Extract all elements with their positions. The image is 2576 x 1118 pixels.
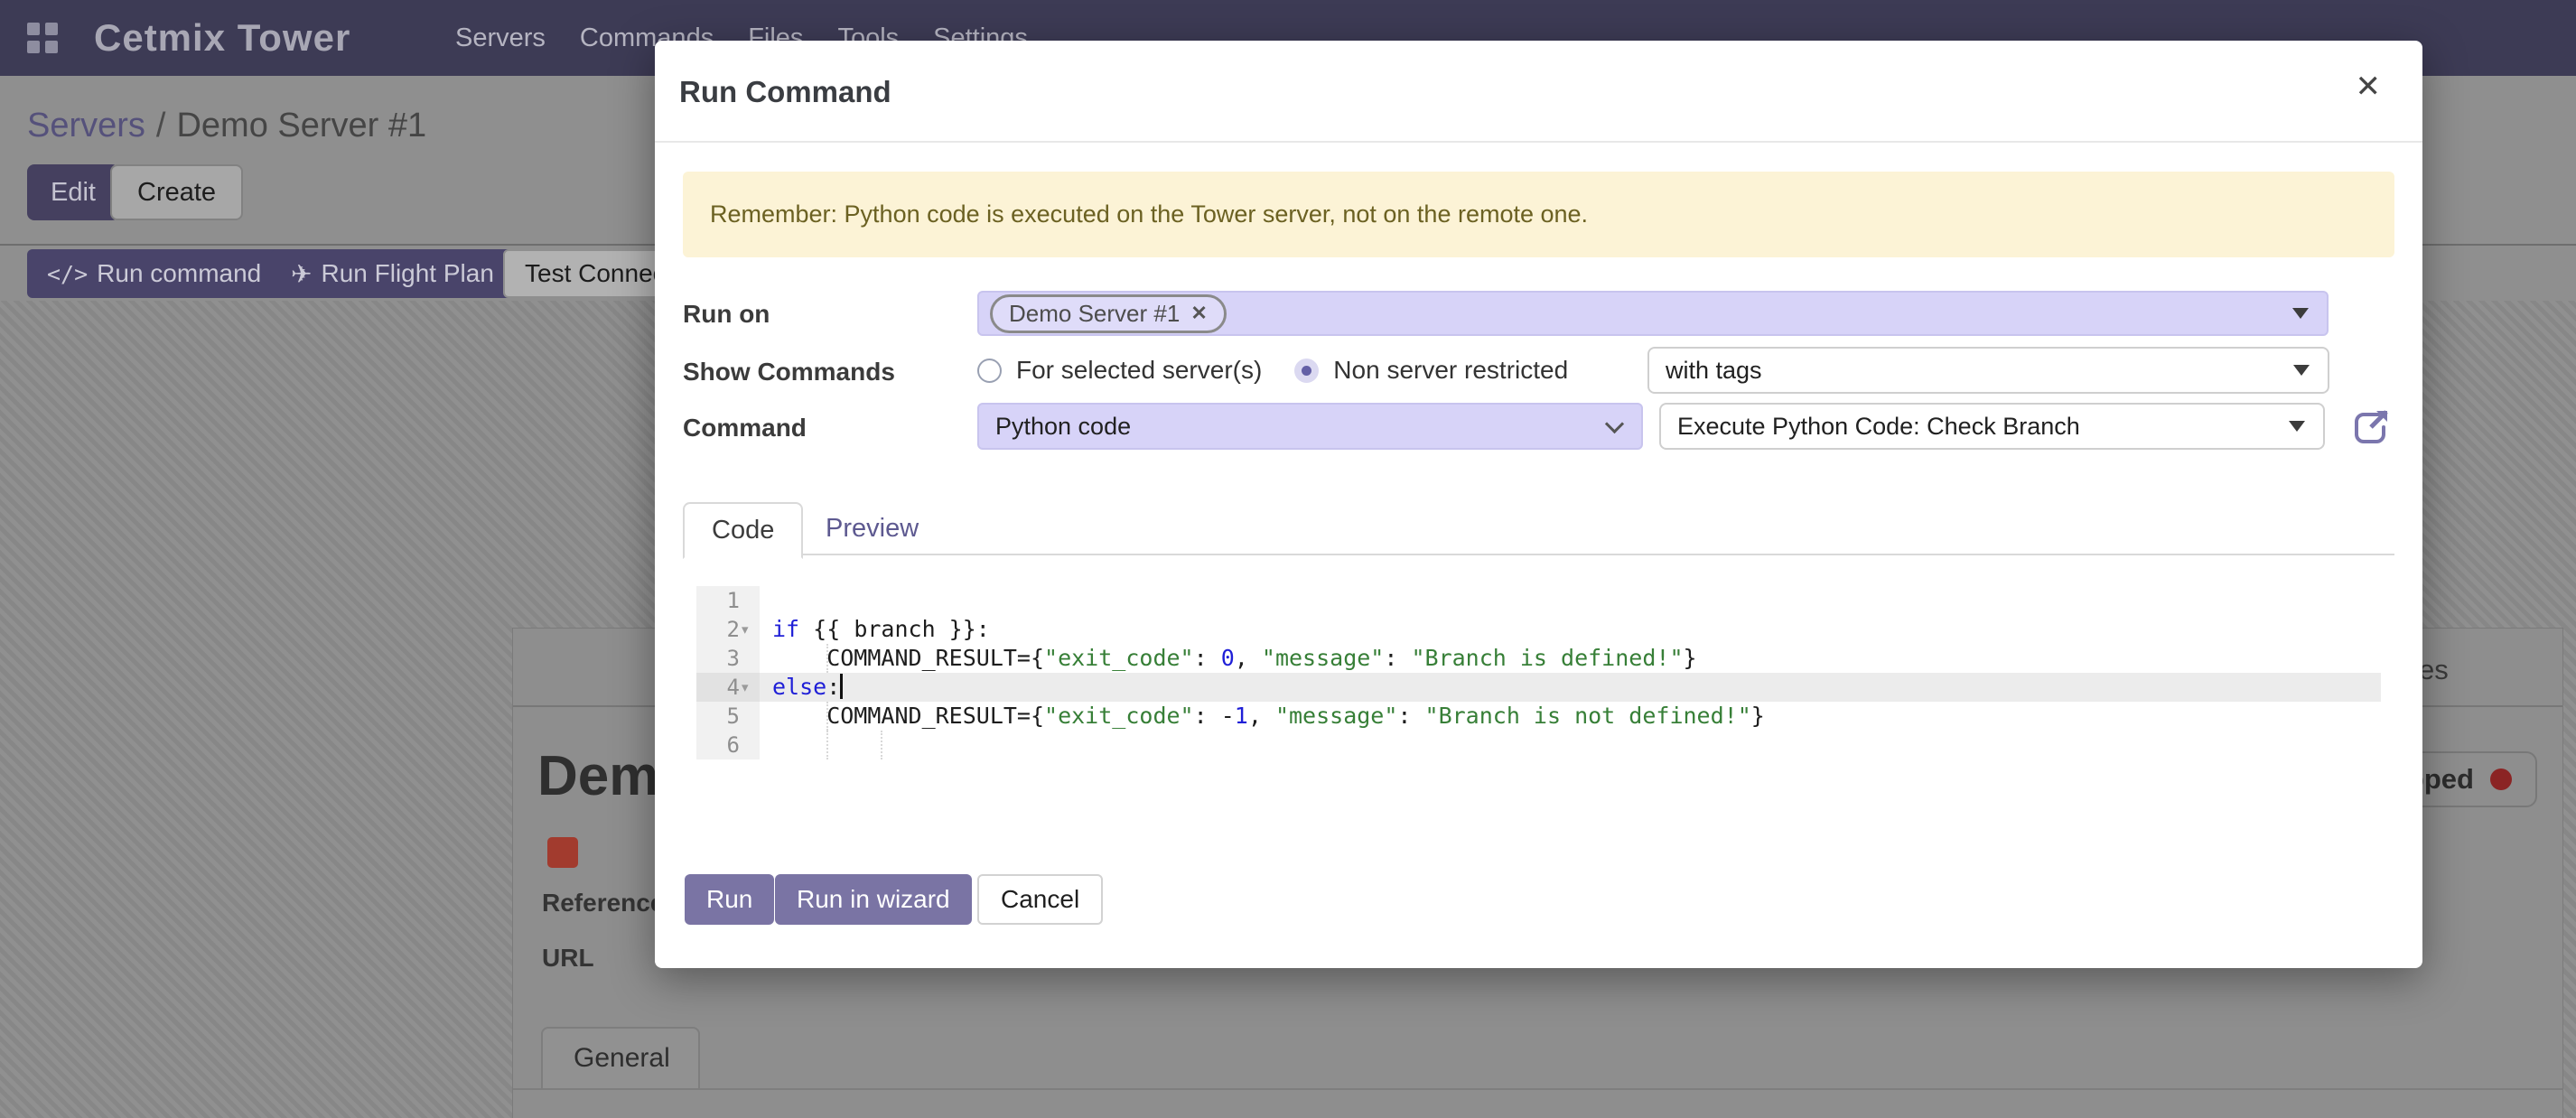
cancel-button[interactable]: Cancel	[977, 874, 1103, 925]
tab-preview[interactable]: Preview	[798, 501, 946, 555]
indent-guide	[826, 644, 828, 673]
radio-icon-checked[interactable]	[1294, 359, 1319, 383]
python-warning-text: Remember: Python code is executed on the…	[710, 200, 1588, 228]
radio-non-server-restricted[interactable]: Non server restricted	[1294, 356, 1568, 385]
editor-code-line[interactable]: if {{ branch }}:	[760, 615, 2381, 644]
breadcrumb: Servers / Demo Server #1	[27, 107, 426, 145]
radio-non-server-restricted-label: Non server restricted	[1333, 356, 1568, 385]
code-preview-tabs: Code Preview	[683, 501, 2394, 555]
editor-line-5[interactable]: 5 COMMAND_RESULT={"exit_code": -1, "mess…	[696, 702, 2381, 731]
tab-general[interactable]: General	[541, 1027, 700, 1088]
indent-guide	[881, 731, 882, 759]
status-dot-icon	[2490, 769, 2512, 790]
run-command-button[interactable]: </> Run command	[27, 249, 281, 298]
truncated-text-fragment: es	[2419, 654, 2449, 686]
editor-line-6[interactable]: 6	[696, 731, 2381, 759]
external-link-icon[interactable]	[2350, 406, 2392, 448]
editor-line-1[interactable]: 1	[696, 586, 2381, 615]
server-tag[interactable]: Demo Server #1 ✕	[990, 294, 1227, 333]
editor-gutter: 1	[696, 586, 760, 615]
dropdown-caret-icon	[2293, 365, 2310, 376]
radio-for-selected-servers[interactable]: For selected server(s)	[977, 356, 1262, 385]
fold-caret-icon[interactable]: ▾	[742, 621, 754, 638]
radio-for-selected-servers-label: For selected server(s)	[1016, 356, 1262, 385]
plane-icon: ✈	[291, 259, 312, 289]
show-commands-radios: For selected server(s) Non server restri…	[977, 347, 1568, 394]
editor-line-2[interactable]: 2▾if {{ branch }}:	[696, 615, 2381, 644]
with-tags-value: with tags	[1649, 357, 1762, 385]
indent-guide	[826, 731, 828, 759]
run-flight-plan-label: Run Flight Plan	[321, 259, 493, 288]
radio-icon-unchecked[interactable]	[977, 359, 1002, 383]
close-icon[interactable]: ✕	[2356, 71, 2382, 102]
run-on-select[interactable]: Demo Server #1 ✕	[977, 291, 2329, 336]
code-icon: </>	[47, 261, 88, 287]
server-tag-label: Demo Server #1	[1009, 300, 1180, 328]
editor-gutter: 3	[696, 644, 760, 673]
editor-code-line[interactable]: COMMAND_RESULT={"exit_code": -1, "messag…	[760, 702, 2381, 731]
run-flight-plan-button[interactable]: ✈ Run Flight Plan	[271, 249, 514, 298]
notebook-divider	[513, 1088, 2562, 1090]
editor-code-line[interactable]	[760, 586, 2381, 615]
breadcrumb-separator: /	[156, 107, 166, 144]
run-button[interactable]: Run	[685, 874, 774, 925]
command-label: Command	[683, 414, 807, 443]
chevron-down-icon	[1605, 414, 1624, 433]
create-button[interactable]: Create	[110, 164, 243, 220]
breadcrumb-current: Demo Server #1	[176, 107, 426, 144]
run-command-modal: Run Command ✕ Remember: Python code is e…	[655, 41, 2422, 968]
menu-item-servers[interactable]: Servers	[455, 23, 546, 53]
editor-line-3[interactable]: 3 COMMAND_RESULT={"exit_code": 0, "messa…	[696, 644, 2381, 673]
color-swatch[interactable]	[547, 837, 578, 868]
with-tags-select[interactable]: with tags	[1647, 347, 2329, 394]
editor-code-line[interactable]: COMMAND_RESULT={"exit_code": 0, "message…	[760, 644, 2381, 673]
dropdown-caret-icon	[2292, 308, 2309, 319]
editor-gutter: 4▾	[696, 673, 760, 702]
apps-grid-icon[interactable]	[27, 23, 58, 53]
command-select-value: Execute Python Code: Check Branch	[1661, 413, 2080, 441]
run-in-wizard-button[interactable]: Run in wizard	[775, 874, 972, 925]
command-type-select[interactable]: Python code	[977, 403, 1643, 450]
reference-label: Reference	[542, 889, 664, 918]
editor-gutter: 6	[696, 731, 760, 759]
python-warning-alert: Remember: Python code is executed on the…	[683, 172, 2394, 257]
modal-header: Run Command ✕	[655, 41, 2422, 143]
breadcrumb-servers-link[interactable]: Servers	[27, 107, 145, 144]
editor-line-4[interactable]: 4▾else:	[696, 673, 2381, 702]
editor-gutter: 2▾	[696, 615, 760, 644]
tag-remove-icon[interactable]: ✕	[1190, 302, 1207, 325]
dropdown-caret-icon	[2289, 421, 2305, 432]
indent-guide	[826, 702, 828, 731]
command-type-value: Python code	[979, 413, 1131, 441]
text-cursor	[840, 674, 843, 699]
app-brand[interactable]: Cetmix Tower	[94, 16, 350, 60]
code-editor[interactable]: 12▾if {{ branch }}:3 COMMAND_RESULT={"ex…	[696, 586, 2381, 759]
command-select[interactable]: Execute Python Code: Check Branch	[1659, 403, 2325, 450]
url-label: URL	[542, 944, 594, 973]
editor-code-line[interactable]: else:	[760, 673, 2381, 702]
tab-code[interactable]: Code	[683, 502, 803, 559]
run-command-label: Run command	[97, 259, 261, 288]
modal-title: Run Command	[679, 75, 891, 109]
show-commands-label: Show Commands	[683, 358, 895, 387]
run-on-label: Run on	[683, 300, 770, 329]
edit-button[interactable]: Edit	[27, 164, 119, 220]
fold-caret-icon[interactable]: ▾	[742, 679, 754, 695]
editor-gutter: 5	[696, 702, 760, 731]
screen: Cetmix Tower ServersCommandsFilesToolsSe…	[0, 0, 2576, 1118]
editor-code-line[interactable]	[760, 731, 2381, 759]
